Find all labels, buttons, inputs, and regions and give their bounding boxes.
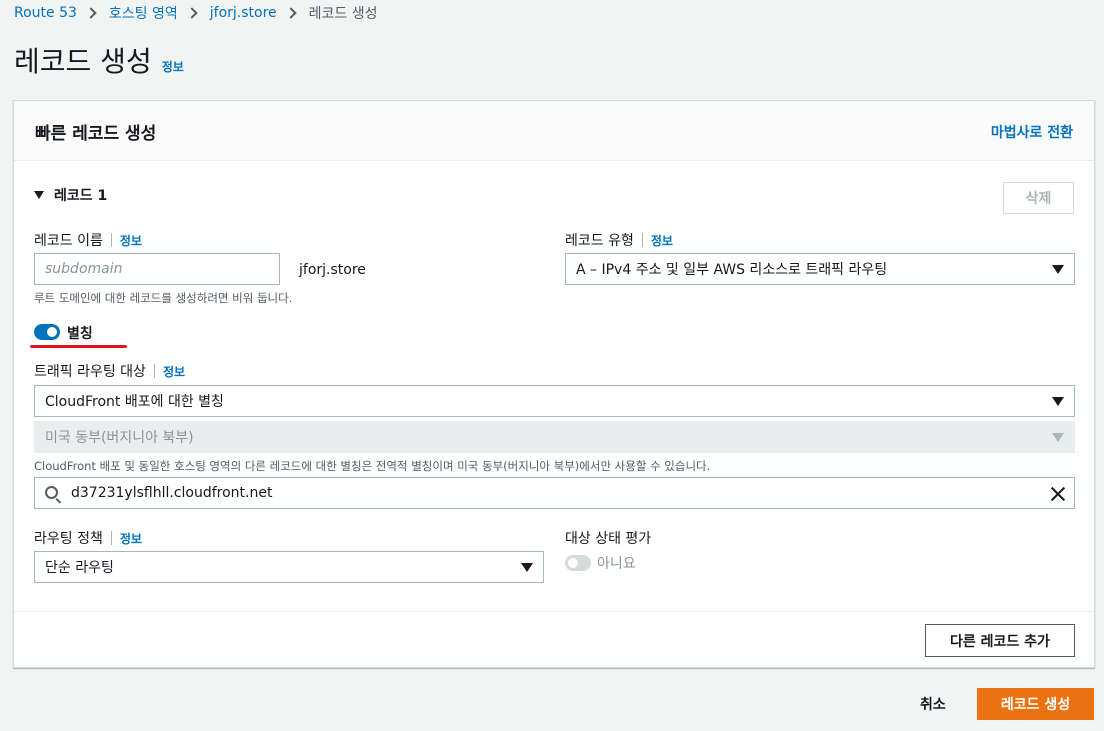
record-name-label-row: 레코드 이름 정보	[34, 230, 142, 250]
breadcrumb: Route 53 호스팅 영역 jforj.store 레코드 생성	[14, 4, 378, 22]
routing-policy-label-row: 라우팅 정책 정보	[34, 528, 142, 548]
route-target-hint: CloudFront 배포 및 동일한 호스팅 영역의 다른 레코드에 대한 별…	[34, 459, 711, 473]
health-check-label: 대상 상태 평가	[565, 531, 652, 547]
delete-record-button[interactable]: 삭제	[1003, 182, 1074, 214]
routing-policy-label: 라우팅 정책	[34, 531, 103, 547]
panel-title: 빠른 레코드 생성	[35, 124, 157, 144]
record-name-placeholder: subdomain	[45, 261, 123, 277]
health-check-label-row: 대상 상태 평가	[565, 528, 651, 548]
health-check-toggle[interactable]	[565, 555, 591, 571]
domain-suffix: jforj.store	[299, 262, 366, 278]
cloudfront-search-input[interactable]: d37231ylsflhll.cloudfront.net	[34, 477, 1075, 509]
record-type-label: 레코드 유형	[565, 233, 634, 249]
breadcrumb-hosted-zones[interactable]: 호스팅 영역	[109, 3, 178, 23]
close-icon[interactable]	[1050, 486, 1066, 502]
quick-create-panel: 빠른 레코드 생성 마법사로 전환 레코드 1 삭제 레코드 이름 정보 sub…	[13, 100, 1095, 668]
breadcrumb-current: 레코드 생성	[308, 6, 378, 22]
endpoint-select[interactable]: CloudFront 배포에 대한 별칭	[34, 385, 1075, 417]
dropdown-arrow-icon	[1052, 433, 1064, 442]
route-target-label: 트래픽 라우팅 대상	[34, 364, 146, 380]
region-select: 미국 동부(버지니아 북부)	[34, 421, 1075, 453]
route-target-info-link[interactable]: 정보	[163, 363, 185, 380]
record-type-info-link[interactable]: 정보	[651, 232, 673, 249]
caret-down-icon	[34, 191, 44, 199]
create-record-page: Route 53 호스팅 영역 jforj.store 레코드 생성 레코드 생…	[0, 0, 1104, 731]
record-type-select[interactable]: A – IPv4 주소 및 일부 AWS 리소스로 트래픽 라우팅	[565, 253, 1075, 285]
dropdown-arrow-icon	[1052, 265, 1064, 274]
breadcrumb-zone[interactable]: jforj.store	[210, 5, 277, 21]
routing-policy-select[interactable]: 단순 라우팅	[34, 551, 544, 583]
record-type-label-row: 레코드 유형 정보	[565, 230, 673, 250]
page-title-row: 레코드 생성 정보	[14, 40, 184, 80]
routing-policy-value: 단순 라우팅	[45, 560, 114, 576]
create-records-button[interactable]: 레코드 생성	[977, 688, 1094, 720]
panel-header: 빠른 레코드 생성 마법사로 전환	[14, 101, 1094, 161]
chevron-right-icon	[284, 7, 297, 19]
search-icon	[45, 486, 58, 499]
route-target-label-row: 트래픽 라우팅 대상 정보	[34, 361, 185, 381]
page-title: 레코드 생성	[14, 45, 152, 78]
record-1-expand-toggle[interactable]: 레코드 1	[34, 185, 107, 205]
routing-policy-info-link[interactable]: 정보	[120, 530, 142, 547]
record-name-label: 레코드 이름	[34, 233, 103, 249]
breadcrumb-route53[interactable]: Route 53	[14, 5, 77, 21]
toggle-knob	[47, 327, 57, 337]
endpoint-value: CloudFront 배포에 대한 별칭	[45, 394, 224, 410]
chevron-right-icon	[186, 7, 198, 19]
page-info-link[interactable]: 정보	[162, 58, 184, 75]
record-1-title: 레코드 1	[54, 188, 108, 204]
record-name-input[interactable]: subdomain	[34, 253, 280, 285]
health-check-value: 아니요	[597, 556, 636, 572]
record-name-hint: 루트 도메인에 대한 레코드를 생성하려면 비워 둡니다.	[34, 291, 293, 305]
cloudfront-search-value: d37231ylsflhll.cloudfront.net	[71, 485, 273, 501]
highlight-underline	[30, 345, 127, 348]
dropdown-arrow-icon	[1052, 397, 1064, 406]
chevron-right-icon	[85, 7, 97, 19]
label-divider	[641, 233, 643, 247]
cancel-button[interactable]: 취소	[920, 694, 946, 714]
record-name-info-link[interactable]: 정보	[120, 232, 142, 249]
add-another-record-button[interactable]: 다른 레코드 추가	[925, 624, 1075, 657]
record-type-value: A – IPv4 주소 및 일부 AWS 리소스로 트래픽 라우팅	[576, 262, 888, 278]
alias-label: 별칭	[67, 326, 93, 342]
label-divider	[110, 531, 112, 545]
alias-toggle[interactable]	[34, 324, 60, 340]
switch-to-wizard-link[interactable]: 마법사로 전환	[991, 122, 1073, 142]
toggle-knob	[568, 558, 578, 568]
dropdown-arrow-icon	[521, 563, 533, 572]
label-divider	[153, 364, 155, 378]
region-value: 미국 동부(버지니아 북부)	[45, 430, 194, 446]
label-divider	[110, 233, 112, 247]
panel-divider	[14, 611, 1094, 612]
